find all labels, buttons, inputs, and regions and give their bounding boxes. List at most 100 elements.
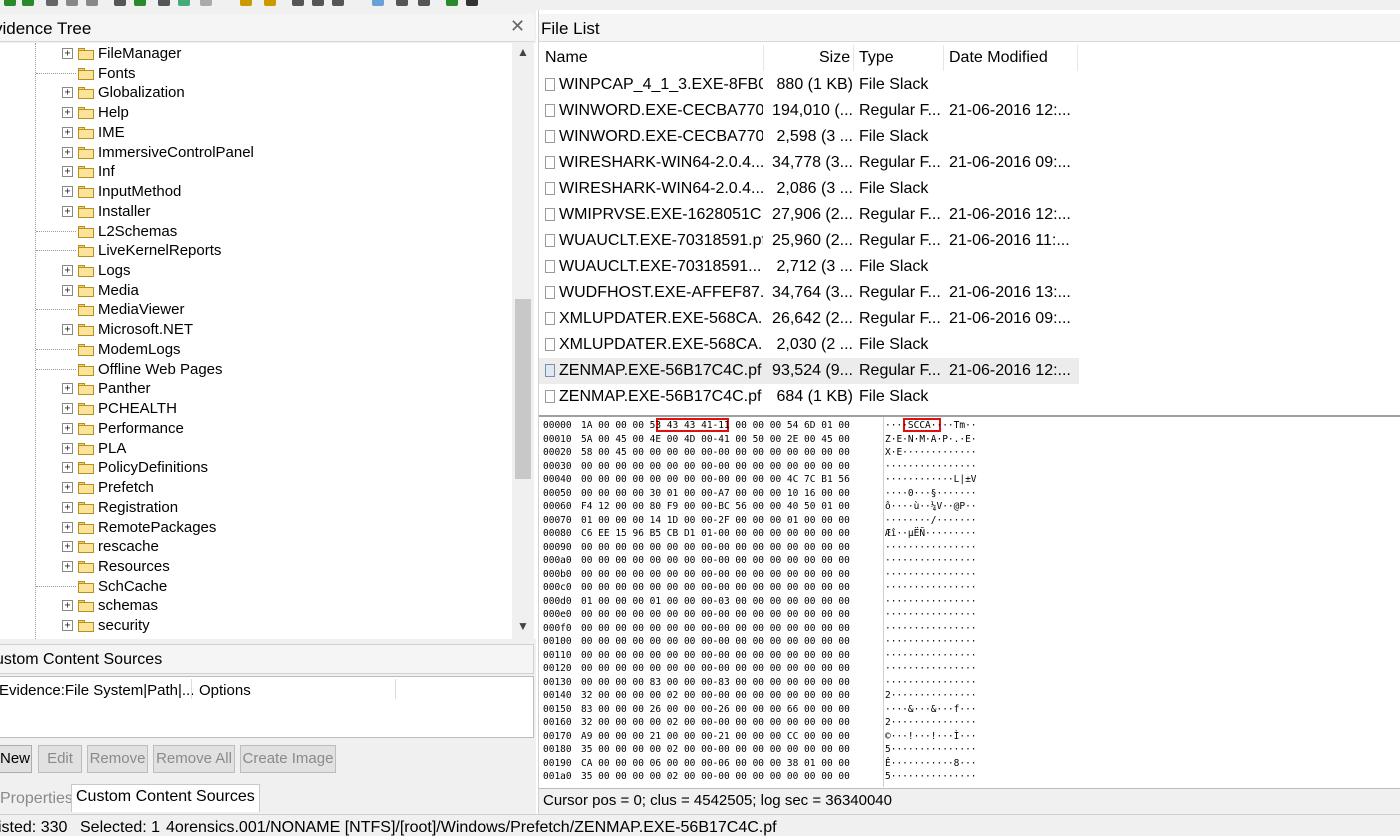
file-row[interactable]: ZENMAP.EXE-56B17C4C.pf 93,524 (9... Regula…	[539, 358, 1079, 384]
column-divider[interactable]	[763, 45, 764, 71]
expand-icon[interactable]: +	[62, 462, 73, 474]
toolbar-button-icon[interactable]	[22, 0, 34, 6]
file-row[interactable]: WINWORD.EXE-CECBA770... 2,598 (3 ... File …	[539, 124, 1079, 150]
expand-icon[interactable]: +	[62, 265, 73, 277]
file-row[interactable]: WINWORD.EXE-CECBA770... 194,010 (... Regul…	[539, 98, 1079, 124]
toolbar-button-icon[interactable]	[158, 0, 170, 6]
toolbar-button-icon[interactable]	[466, 0, 478, 6]
close-icon[interactable]: ✕	[510, 16, 525, 37]
column-size[interactable]: Size	[819, 49, 850, 67]
expand-icon[interactable]: +	[62, 422, 73, 434]
expand-icon[interactable]: +	[62, 48, 73, 59]
expand-icon[interactable]: +	[62, 521, 73, 533]
hex-bytes: 00 00 00 00 00 00 00 00-00 00 00 00 00 0…	[581, 636, 850, 647]
toolbar-button-icon[interactable]	[86, 0, 98, 6]
column-divider[interactable]	[853, 45, 854, 71]
custom-content-sources-table[interactable]: Evidence:File System|Path|... Options	[0, 676, 534, 738]
toolbar-button-icon[interactable]	[332, 0, 344, 6]
scrollbar-thumb[interactable]	[515, 299, 531, 479]
expand-icon[interactable]: +	[62, 620, 73, 632]
expand-icon[interactable]: +	[62, 560, 73, 572]
create-image-button[interactable]: Create Image	[240, 745, 336, 773]
toolbar-button-icon[interactable]	[372, 0, 384, 6]
hex-offset: 00060	[543, 501, 572, 512]
tree-item-label: Resources	[98, 557, 170, 575]
folder-icon	[78, 67, 94, 80]
file-icon	[545, 390, 555, 403]
hex-view[interactable]: 00000 1A 00 00 00 53 43 43 41-11 00 00 00…	[539, 415, 1400, 787]
expand-icon[interactable]: +	[62, 205, 73, 217]
expand-icon[interactable]: +	[62, 186, 73, 198]
toolbar-button-icon[interactable]	[66, 0, 78, 6]
file-row[interactable]: ZENMAP.EXE-56B17C4C.pf.... 684 (1 KB) File…	[539, 384, 1079, 410]
toolbar-button-icon[interactable]	[114, 0, 126, 6]
toolbar-button-icon[interactable]	[178, 0, 190, 6]
file-date-modified: 21-06-2016 09:...	[949, 310, 1071, 327]
scroll-down-icon[interactable]: ▼	[517, 619, 529, 633]
toolbar-button-icon[interactable]	[292, 0, 304, 6]
column-date-modified[interactable]: Date Modified	[949, 49, 1048, 67]
file-row[interactable]: WUAUCLT.EXE-70318591.pf 25,960 (2... Regul…	[539, 228, 1079, 254]
file-type: File Slack	[859, 128, 929, 145]
file-type: File Slack	[859, 180, 929, 197]
column-type[interactable]: Type	[859, 49, 894, 67]
evidence-tree-title: vidence Tree	[0, 19, 92, 38]
column-header-evidence[interactable]: Evidence:File System|Path|...	[0, 682, 194, 699]
expand-icon[interactable]: +	[62, 383, 73, 395]
folder-icon	[78, 363, 94, 376]
expand-icon[interactable]: +	[62, 166, 73, 178]
toolbar-button-icon[interactable]	[46, 0, 58, 6]
tree-item-label: Help	[98, 104, 129, 122]
hex-bytes: 83 00 00 00 26 00 00 00-26 00 00 00 66 0…	[581, 703, 850, 715]
hex-offset: 00030	[543, 460, 572, 472]
expand-icon[interactable]: +	[62, 284, 73, 296]
tree-scrollbar[interactable]: ▲ ▼	[512, 43, 534, 639]
file-row[interactable]: WUDFHOST.EXE-AFFEF87... 34,764 (3... Regul…	[539, 280, 1079, 306]
hex-offset: 00050	[543, 487, 572, 499]
toolbar-button-icon[interactable]	[240, 0, 252, 6]
toolbar-button-icon[interactable]	[396, 0, 408, 6]
edit-button[interactable]: Edit	[38, 745, 82, 773]
column-header-options[interactable]: Options	[199, 682, 251, 699]
tab-properties[interactable]: Properties	[0, 790, 73, 808]
expand-icon[interactable]: +	[62, 600, 73, 612]
column-name[interactable]: Name	[545, 49, 588, 67]
scroll-up-icon[interactable]: ▲	[517, 45, 529, 59]
hex-offset: 000b0	[543, 568, 572, 580]
tree-item-label: RemotePackages	[98, 518, 217, 536]
expand-icon[interactable]: +	[62, 403, 73, 415]
toolbar-button-icon[interactable]	[134, 0, 146, 6]
file-row[interactable]: XMLUPDATER.EXE-568CA... 2,030 (2 ... File …	[539, 332, 1079, 358]
toolbar-button-icon[interactable]	[446, 0, 458, 6]
expand-icon[interactable]: +	[62, 442, 73, 454]
tab-custom-content-sources[interactable]: Custom Content Sources	[71, 784, 260, 812]
expand-icon[interactable]: +	[62, 146, 73, 158]
expand-icon[interactable]: +	[62, 87, 73, 99]
column-divider[interactable]	[1077, 45, 1078, 71]
folder-icon	[78, 205, 94, 218]
file-row[interactable]: WUAUCLT.EXE-70318591.... 2,712 (3 ... File…	[539, 254, 1079, 280]
expand-icon[interactable]: +	[62, 482, 73, 494]
remove-all-button[interactable]: Remove All	[153, 745, 235, 773]
file-row[interactable]: WINPCAP_4_1_3.EXE-8FB0... 880 (1 KB) File …	[539, 72, 1079, 98]
new-button[interactable]: New	[0, 745, 32, 773]
file-row[interactable]: WMIPRVSE.EXE-1628051C.... 27,906 (2... Reg…	[539, 202, 1079, 228]
hex-bytes: CA 00 00 00 06 00 00 00-06 00 00 00 38 0…	[581, 757, 850, 769]
file-row[interactable]: WIRESHARK-WIN64-2.0.4.... 34,778 (3... Reg…	[539, 150, 1079, 176]
expand-icon[interactable]: +	[62, 501, 73, 513]
toolbar-button-icon[interactable]	[418, 0, 430, 6]
file-row[interactable]: WIRESHARK-WIN64-2.0.4.... 2,086 (3 ... Fil…	[539, 176, 1079, 202]
file-row[interactable]: XMLUPDATER.EXE-568CA... 26,642 (2... Regul…	[539, 306, 1079, 332]
expand-icon[interactable]: +	[62, 107, 73, 119]
remove-button[interactable]: Remove	[87, 745, 148, 773]
toolbar-button-icon[interactable]	[264, 0, 276, 6]
folder-icon	[78, 620, 94, 633]
expand-icon[interactable]: +	[62, 126, 73, 138]
toolbar-button-icon[interactable]	[312, 0, 324, 6]
column-divider[interactable]	[943, 45, 944, 71]
toolbar-button-icon[interactable]	[200, 0, 212, 6]
expand-icon[interactable]: +	[62, 324, 73, 336]
expand-icon[interactable]: +	[62, 541, 73, 553]
file-name: ZENMAP.EXE-56B17C4C.pf....	[559, 388, 763, 405]
toolbar-button-icon[interactable]	[4, 0, 16, 6]
